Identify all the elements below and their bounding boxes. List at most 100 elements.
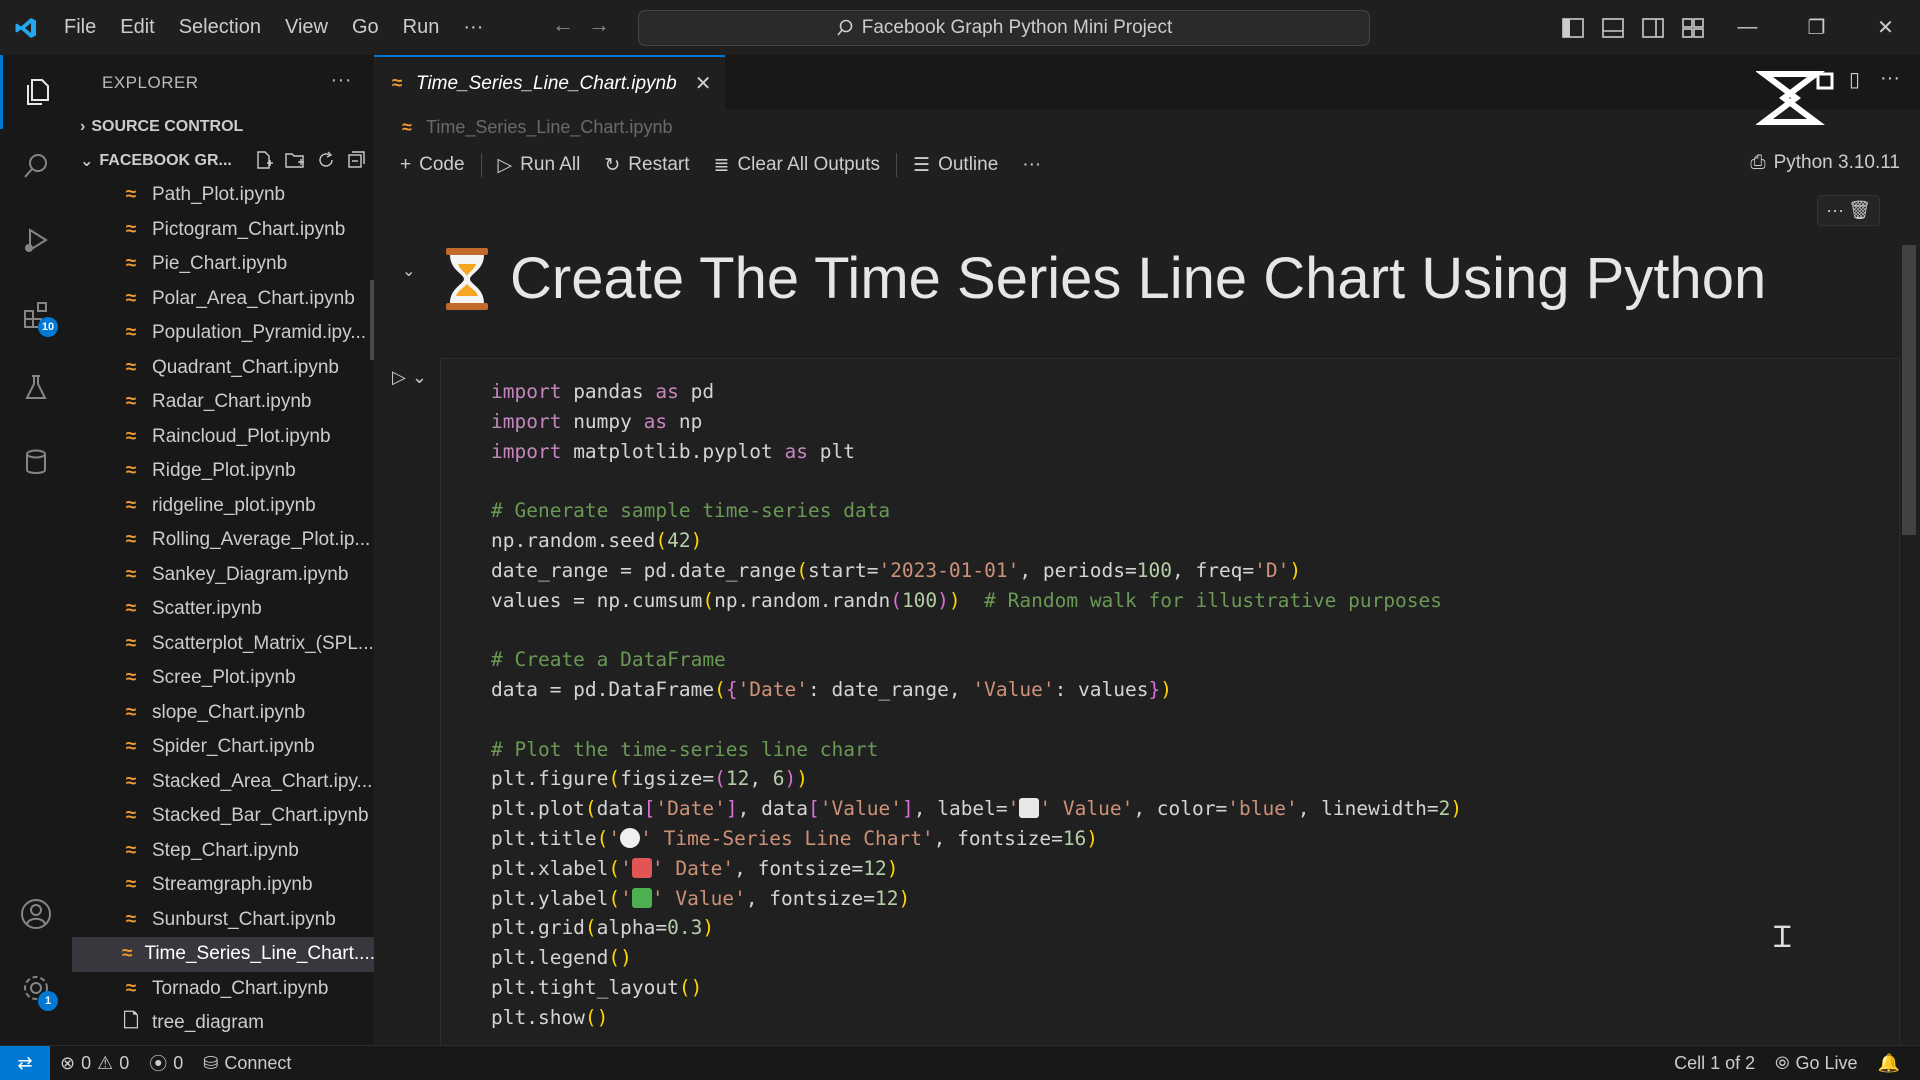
- file-label: Scatter.ipynb: [152, 598, 262, 620]
- split-editor-icon[interactable]: ▯: [1849, 67, 1860, 92]
- search-text: Facebook Graph Python Mini Project: [861, 17, 1173, 38]
- file-item[interactable]: ≈ Radar_Chart.ipynb: [72, 385, 374, 420]
- go-live-button[interactable]: ⦾ Go Live: [1765, 1053, 1867, 1074]
- file-item[interactable]: ≈ Stacked_Area_Chart.ipy...: [72, 765, 374, 800]
- search-activity-icon[interactable]: [0, 129, 72, 203]
- connect-button[interactable]: ⛁ Connect: [193, 1053, 301, 1074]
- file-item[interactable]: ≈ Pie_Chart.ipynb: [72, 247, 374, 282]
- workspace-folder[interactable]: ⌄ FACEBOOK GR...: [72, 144, 374, 178]
- extensions-icon[interactable]: 10: [0, 277, 72, 351]
- minimize-button[interactable]: —: [1713, 0, 1782, 55]
- restart-button[interactable]: ↻ Restart: [592, 154, 701, 177]
- source-control-section[interactable]: › SOURCE CONTROL: [72, 110, 374, 144]
- menu-view[interactable]: View: [273, 0, 340, 55]
- toggle-sidebar-icon[interactable]: [1553, 8, 1593, 48]
- run-debug-icon[interactable]: [0, 203, 72, 277]
- code-line: import pandas as pd: [491, 380, 715, 403]
- account-icon[interactable]: [0, 877, 72, 951]
- explorer-more-icon[interactable]: ···: [331, 69, 352, 92]
- code-line: plt.title(' ' Time-Series Line Chart', fo…: [491, 826, 1099, 850]
- notebook-icon: ≈: [125, 598, 137, 620]
- close-tab-icon[interactable]: ✕: [695, 71, 712, 96]
- run-options-chevron-icon[interactable]: ⌄: [412, 367, 427, 388]
- back-arrow-icon[interactable]: ←: [552, 12, 574, 38]
- clear-outputs-button[interactable]: ≣ Clear All Outputs: [702, 154, 893, 177]
- database-icon[interactable]: [0, 425, 72, 499]
- notebook-icon: ≈: [125, 770, 137, 792]
- new-folder-icon[interactable]: [284, 150, 306, 170]
- toggle-panel-icon[interactable]: [1593, 8, 1633, 48]
- close-window-button[interactable]: ✕: [1851, 0, 1920, 55]
- editor-more-icon[interactable]: ···: [1880, 67, 1900, 92]
- file-item[interactable]: ≈ Time_Series_Line_Chart....: [72, 937, 374, 972]
- file-item[interactable]: 🗋 tree_diagram: [72, 1006, 374, 1041]
- menu-run[interactable]: Run: [391, 0, 452, 55]
- kernel-picker[interactable]: ⎙ Python 3.10.11: [1750, 152, 1900, 174]
- file-item[interactable]: ≈ Scatter.ipynb: [72, 592, 374, 627]
- code-cell[interactable]: import pandas as pd import numpy as np i…: [440, 358, 1900, 1058]
- file-item[interactable]: ≈ Scree_Plot.ipynb: [72, 661, 374, 696]
- problems-indicator[interactable]: ⊗ 0 ⚠ 0: [50, 1053, 139, 1074]
- file-item[interactable]: ≈ Ridge_Plot.ipynb: [72, 454, 374, 489]
- customize-layout-icon[interactable]: [1673, 8, 1713, 48]
- code-line: plt.ylabel(' ' Value', fontsize=12): [491, 886, 911, 910]
- error-count: 0: [81, 1052, 92, 1073]
- file-item[interactable]: ≈ Tornado_Chart.ipynb: [72, 972, 374, 1007]
- editor-scrollbar[interactable]: [1902, 245, 1916, 535]
- add-code-cell-button[interactable]: + Code: [388, 154, 477, 176]
- refresh-icon[interactable]: [316, 150, 336, 170]
- file-item[interactable]: ≈ Polar_Area_Chart.ipynb: [72, 282, 374, 317]
- notifications-bell-icon[interactable]: 🔔: [1868, 1053, 1910, 1074]
- collapse-chevron-icon[interactable]: ⌄: [402, 261, 415, 281]
- file-item[interactable]: ≈ Step_Chart.ipynb: [72, 834, 374, 869]
- notebook-icon: ≈: [125, 908, 137, 930]
- settings-gear-icon[interactable]: 1: [0, 951, 72, 1025]
- collapse-all-icon[interactable]: [346, 150, 366, 170]
- remote-indicator-icon[interactable]: ⇄: [0, 1045, 50, 1080]
- explorer-icon[interactable]: [0, 55, 72, 129]
- breadcrumb-file[interactable]: Time_Series_Line_Chart.ipynb: [426, 117, 672, 138]
- forward-arrow-icon[interactable]: →: [588, 12, 610, 38]
- file-item[interactable]: ≈ Pictogram_Chart.ipynb: [72, 213, 374, 248]
- explorer-sidebar: EXPLORER ··· › SOURCE CONTROL ⌄ FACEBOOK…: [72, 55, 374, 1045]
- file-item[interactable]: ≈ Streamgraph.ipynb: [72, 868, 374, 903]
- plus-icon: +: [400, 154, 412, 175]
- markdown-cell[interactable]: ⌄ Create The Time Series Line Chart Usin…: [374, 225, 1874, 345]
- tab-time-series-notebook[interactable]: ≈ Time_Series_Line_Chart.ipynb ✕: [374, 55, 726, 110]
- cell-indicator[interactable]: Cell 1 of 2: [1664, 1053, 1765, 1074]
- outline-button[interactable]: ☰ Outline: [901, 154, 1010, 177]
- file-item[interactable]: ≈ Quadrant_Chart.ipynb: [72, 351, 374, 386]
- command-center-search[interactable]: Facebook Graph Python Mini Project: [638, 10, 1370, 46]
- file-item[interactable]: ≈ Sunburst_Chart.ipynb: [72, 903, 374, 938]
- ports-indicator[interactable]: ⦿ 0: [139, 1050, 193, 1076]
- notebook-icon: ≈: [391, 72, 403, 94]
- menu-more[interactable]: ···: [451, 0, 495, 55]
- restore-button[interactable]: ❐: [1782, 0, 1851, 55]
- toolbar-more-button[interactable]: ···: [1010, 154, 1053, 176]
- file-item[interactable]: ≈ Population_Pyramid.ipy...: [72, 316, 374, 351]
- menu-file[interactable]: File: [52, 0, 108, 55]
- run-cell-icon[interactable]: ▷: [392, 367, 406, 388]
- toggle-secondary-sidebar-icon[interactable]: [1633, 8, 1673, 48]
- testing-flask-icon[interactable]: [0, 351, 72, 425]
- file-label: Sankey_Diagram.ipynb: [152, 563, 349, 585]
- file-item[interactable]: ≈ ridgeline_plot.ipynb: [72, 489, 374, 524]
- vscode-logo-icon: [0, 0, 52, 55]
- file-item[interactable]: ≈ Scatterplot_Matrix_(SPL...: [72, 627, 374, 662]
- file-item[interactable]: ≈ Raincloud_Plot.ipynb: [72, 420, 374, 455]
- menu-go[interactable]: Go: [340, 0, 391, 55]
- run-all-button[interactable]: ▷ Run All: [486, 154, 593, 177]
- code-editor[interactable]: import pandas as pd import numpy as np i…: [491, 377, 1462, 1033]
- file-item[interactable]: ≈ Stacked_Bar_Chart.ipynb: [72, 799, 374, 834]
- cell-more-icon[interactable]: ···: [1826, 200, 1844, 221]
- file-item[interactable]: ≈ Path_Plot.ipynb: [72, 178, 374, 213]
- file-item[interactable]: ≈ Spider_Chart.ipynb: [72, 730, 374, 765]
- delete-cell-icon[interactable]: 🗑: [1848, 200, 1871, 221]
- file-item[interactable]: ≈ slope_Chart.ipynb: [72, 696, 374, 731]
- file-item[interactable]: ≈ Rolling_Average_Plot.ip...: [72, 523, 374, 558]
- menu-selection[interactable]: Selection: [167, 0, 273, 55]
- file-item[interactable]: ≈ Sankey_Diagram.ipynb: [72, 558, 374, 593]
- menu-edit[interactable]: Edit: [108, 0, 166, 55]
- go-live-label: Go Live: [1795, 1053, 1858, 1073]
- new-file-icon[interactable]: [254, 150, 274, 170]
